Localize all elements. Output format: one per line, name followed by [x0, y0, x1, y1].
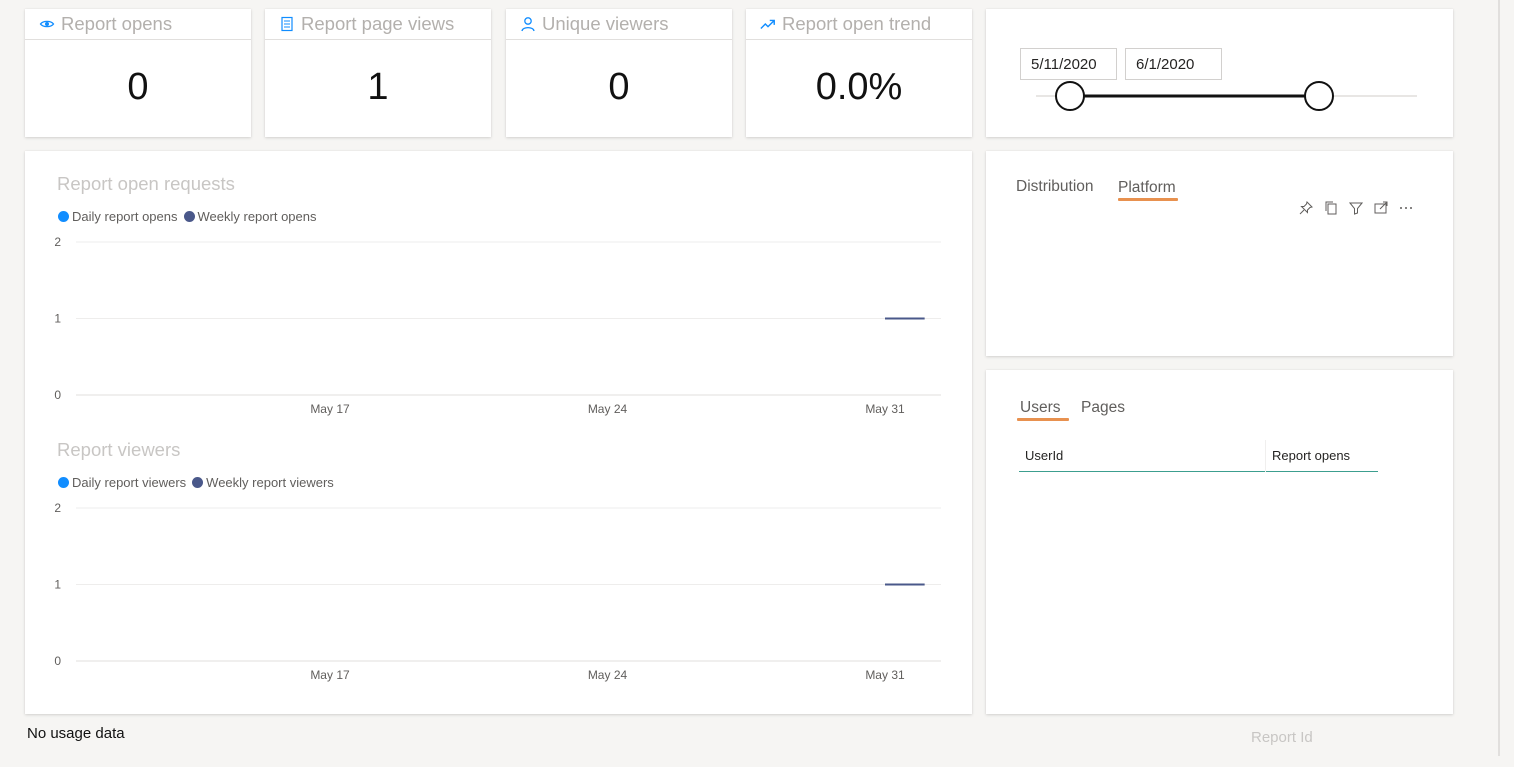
kpi-card-report-open-trend: Report open trend 0.0% — [746, 9, 972, 137]
legend-item-weekly[interactable]: Weekly report viewers — [192, 475, 334, 490]
y-tick-label: 0 — [54, 388, 61, 402]
x-tick-label: May 31 — [865, 668, 905, 682]
kpi-card-report-opens: Report opens 0 — [25, 9, 251, 137]
kpi-value: 1 — [367, 66, 389, 108]
date-range-slicer: 5/11/2020 6/1/2020 — [986, 9, 1453, 137]
tab-pages[interactable]: Pages — [1081, 399, 1125, 417]
y-tick-label: 0 — [54, 654, 61, 668]
x-tick-label: May 17 — [310, 402, 350, 416]
tab-users[interactable]: Users — [1020, 399, 1060, 417]
column-header-report-opens[interactable]: Report opens — [1272, 448, 1350, 463]
person-icon — [520, 16, 536, 32]
range-slider[interactable] — [986, 9, 1453, 137]
legend-dot-weekly — [183, 211, 195, 222]
column-divider — [1265, 440, 1266, 472]
kpi-card-unique-viewers: Unique viewers 0 — [506, 9, 732, 137]
legend-dot-weekly — [192, 477, 204, 488]
y-tick-label: 1 — [54, 578, 61, 592]
kpi-title: Report page views — [301, 13, 455, 34]
legend-dot-daily — [58, 211, 69, 222]
focus-mode-icon[interactable] — [1373, 200, 1389, 216]
kpi-title: Unique viewers — [542, 13, 669, 34]
tab-active-indicator — [1118, 198, 1178, 201]
kpi-value: 0 — [608, 66, 630, 108]
users-pages-card: Users Pages UserId Report opens — [986, 370, 1453, 714]
pin-icon[interactable] — [1298, 200, 1314, 216]
tab-distribution[interactable]: Distribution — [1016, 178, 1094, 196]
filter-icon[interactable] — [1348, 200, 1364, 216]
usage-charts-card: Report open requests Daily report opens … — [25, 151, 972, 714]
chart-title-report-open-requests: Report open requests — [57, 173, 235, 194]
chart-legend: Daily report viewers Weekly report viewe… — [58, 475, 340, 490]
page-scrollbar[interactable] — [1498, 0, 1500, 756]
kpi-card-report-page-views: Report page views 1 — [265, 9, 491, 137]
page-icon — [279, 16, 295, 32]
y-tick-label: 1 — [54, 312, 61, 326]
kpi-value: 0 — [127, 66, 149, 108]
tab-platform[interactable]: Platform — [1118, 179, 1176, 197]
kpi-value: 0.0% — [815, 66, 903, 108]
chart-legend: Daily report opens Weekly report opens — [58, 209, 323, 224]
y-tick-label: 2 — [54, 235, 61, 249]
y-tick-label: 2 — [54, 501, 61, 515]
legend-dot-daily — [58, 477, 69, 488]
kpi-title: Report open trend — [782, 13, 932, 34]
range-slider-start-handle[interactable] — [1055, 81, 1085, 111]
range-slider-end-handle[interactable] — [1304, 81, 1334, 111]
no-usage-data-text: No usage data — [27, 725, 125, 742]
x-tick-label: May 24 — [588, 402, 628, 416]
legend-item-daily[interactable]: Daily report opens — [58, 209, 178, 224]
x-tick-label: May 31 — [865, 402, 905, 416]
kpi-title: Report opens — [61, 13, 173, 34]
chart-title-report-viewers: Report viewers — [57, 439, 181, 460]
table-header-rule — [1019, 471, 1378, 472]
visual-header-icons — [1298, 200, 1414, 216]
legend-item-daily[interactable]: Daily report viewers — [58, 475, 186, 490]
more-options-icon[interactable] — [1398, 200, 1414, 216]
distribution-card: Distribution Platform — [986, 151, 1453, 356]
legend-item-weekly[interactable]: Weekly report opens — [183, 209, 317, 224]
tab-active-indicator — [1017, 418, 1069, 421]
report-id-label: Report Id — [1251, 729, 1313, 746]
column-header-userid[interactable]: UserId — [1025, 448, 1063, 463]
eye-icon — [39, 16, 55, 32]
trend-up-icon — [760, 16, 776, 32]
x-tick-label: May 24 — [588, 668, 628, 682]
x-tick-label: May 17 — [310, 668, 350, 682]
copy-icon[interactable] — [1323, 200, 1339, 216]
report-viewers-chart: 2 1 0 May 17 May 24 May 31 — [54, 501, 941, 682]
